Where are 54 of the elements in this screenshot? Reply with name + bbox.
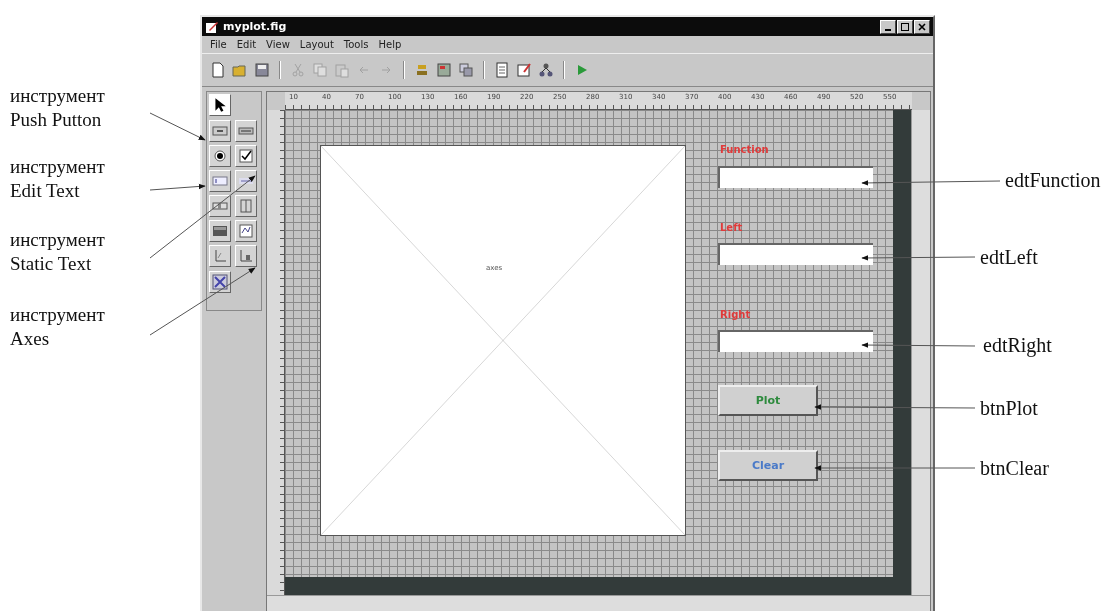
axes2-tool-icon — [238, 248, 254, 264]
stack-icon[interactable] — [458, 62, 474, 78]
axes1-tool-icon — [212, 248, 228, 264]
vertical-scrollbar[interactable] — [911, 110, 930, 595]
pointer-icon — [212, 97, 228, 113]
annotation-label: инструмент Push Putton — [10, 84, 105, 132]
activex-tool-icon — [212, 274, 228, 290]
list-tool-icon — [212, 223, 228, 239]
annotation-label: инструмент Static Text — [10, 228, 105, 276]
button-tool-icon — [212, 123, 228, 139]
palette-tool[interactable] — [209, 94, 231, 116]
pencil-icon — [205, 19, 219, 34]
palette-tool[interactable] — [209, 120, 231, 142]
popup-tool-icon — [238, 223, 254, 239]
menu-item[interactable]: View — [266, 39, 290, 50]
tree-icon[interactable] — [538, 62, 554, 78]
annotation-label: edtRight — [983, 333, 1052, 357]
maximize-icon — [900, 21, 910, 32]
close-button[interactable] — [914, 19, 930, 34]
menu-item[interactable]: Tools — [343, 39, 369, 50]
window-title: myplot.fig — [223, 20, 287, 33]
edit-tool-icon — [212, 173, 228, 189]
leader-line — [149, 112, 206, 141]
palette-tool[interactable] — [235, 170, 257, 192]
palette-tool[interactable] — [209, 145, 231, 167]
palette-tool[interactable] — [209, 220, 231, 242]
annotation-label: edtLeft — [980, 245, 1038, 269]
horizontal-scrollbar[interactable] — [267, 595, 930, 611]
editor-icon[interactable] — [516, 62, 532, 78]
palette-tool[interactable] — [235, 145, 257, 167]
document-icon[interactable] — [494, 62, 510, 78]
check-tool-icon — [238, 148, 254, 164]
align-icon[interactable] — [414, 62, 430, 78]
annotation-label: edtFunction — [1005, 168, 1101, 192]
menu-item[interactable]: Layout — [299, 39, 334, 50]
annotation-label: btnPlot — [980, 396, 1038, 420]
save-icon[interactable] — [254, 62, 270, 78]
close-icon — [917, 21, 927, 32]
palette-tool[interactable] — [209, 271, 231, 293]
minimize-icon — [885, 28, 891, 31]
annotation-label: btnClear — [980, 456, 1049, 480]
new-file-icon[interactable] — [210, 62, 226, 78]
menu-item[interactable]: File — [210, 39, 227, 50]
minimize-button[interactable] — [880, 19, 896, 34]
edit-text-field[interactable] — [718, 166, 873, 188]
edit-text-field[interactable] — [718, 330, 873, 352]
menu-item[interactable]: Help — [378, 39, 402, 50]
maximize-button[interactable] — [897, 19, 913, 34]
radio-tool-icon — [212, 148, 228, 164]
menu-item[interactable]: Edit — [236, 39, 257, 50]
annotation-label: инструмент Axes — [10, 303, 105, 351]
annotation-label: инструмент Edit Text — [10, 155, 105, 203]
edit-text-field[interactable] — [718, 243, 873, 265]
frame-tool-icon — [238, 198, 254, 214]
